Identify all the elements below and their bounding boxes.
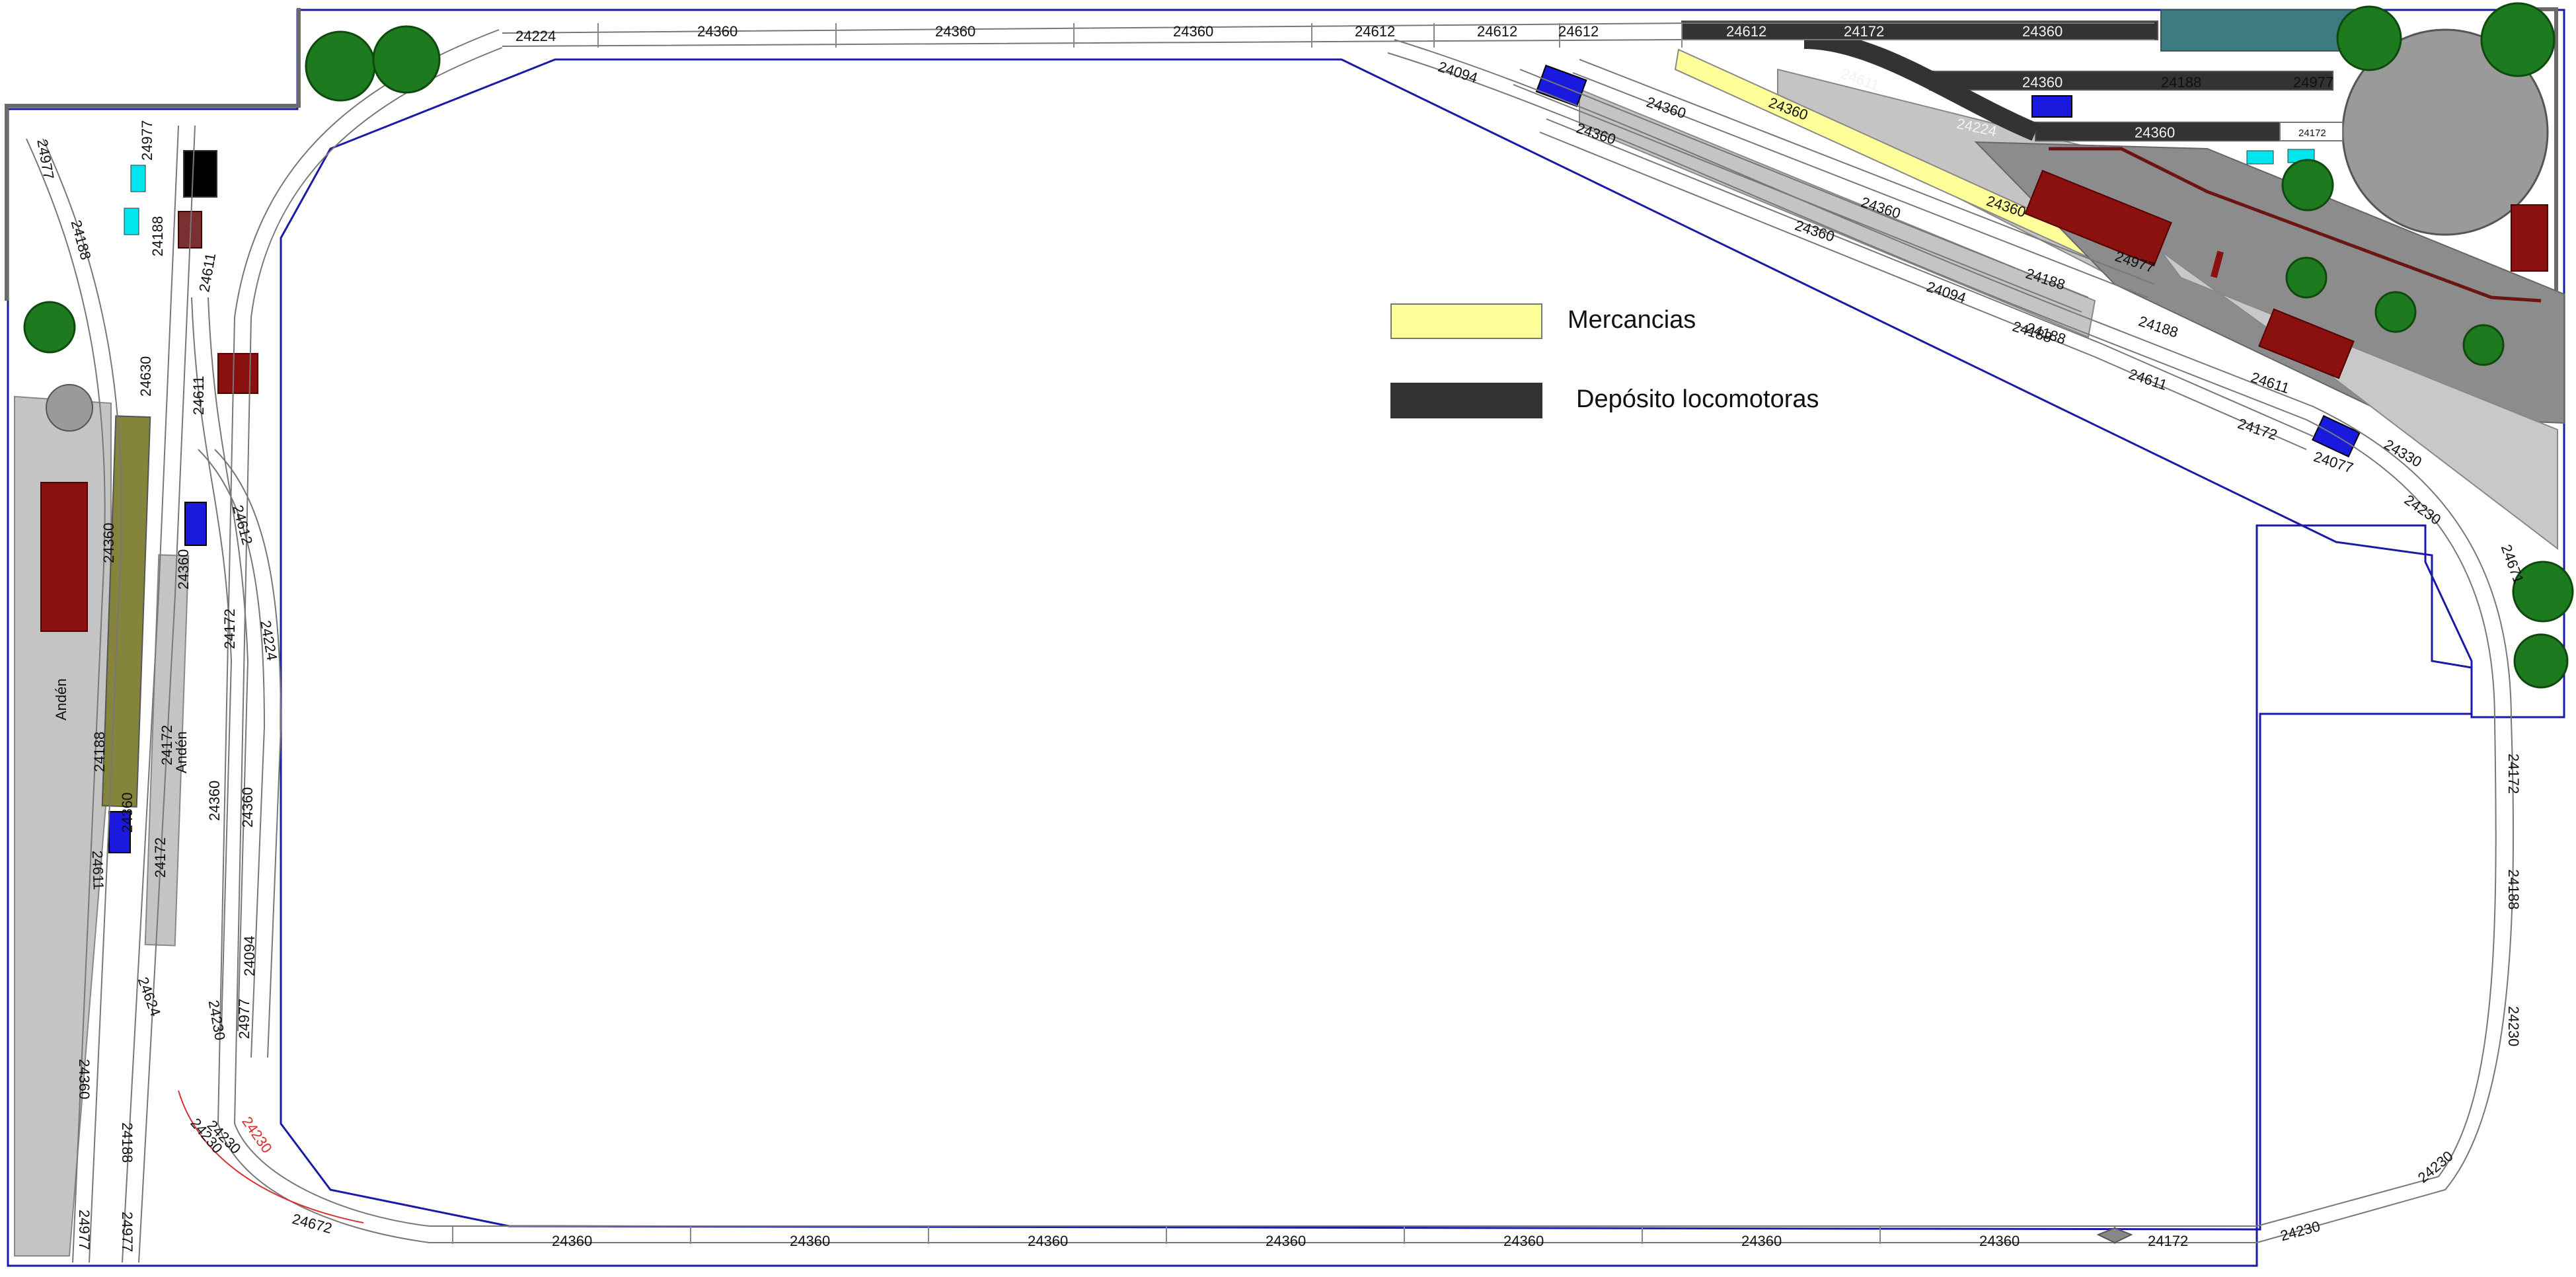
depot-track-2 xyxy=(1929,71,2333,91)
station-tracks xyxy=(26,59,2314,1263)
tree xyxy=(2281,159,2334,212)
track-label: 24172 xyxy=(2298,128,2326,139)
track-label: 24611 xyxy=(190,375,207,415)
water-tower xyxy=(46,384,93,432)
legend-swatch-mercancias xyxy=(1390,303,1542,339)
track-label: 24360 xyxy=(206,781,223,821)
track-label: 24630 xyxy=(137,356,154,397)
track-label: 24360 xyxy=(1028,1233,1068,1249)
track-label: 24671 xyxy=(2498,542,2527,586)
station-building xyxy=(40,482,88,632)
track-labels-left-inner: 24977 24188 24611 24611 24630 24612 2422… xyxy=(119,120,280,1157)
tree xyxy=(23,301,76,354)
track-label: 24977 xyxy=(2293,74,2333,91)
track-label: 24360 xyxy=(100,523,117,563)
track-label: 24360 xyxy=(935,23,975,40)
legend-label-deposito: Depósito locomotoras xyxy=(1576,385,1819,413)
track-label: 24624 xyxy=(135,975,164,1019)
locomotive-teal xyxy=(2160,9,2360,52)
cyan-marker xyxy=(124,208,139,235)
tree xyxy=(2513,633,2569,689)
track-label: 24360 xyxy=(1503,1233,1544,1249)
small-building-black xyxy=(183,150,217,198)
cyan-marker xyxy=(2246,150,2274,165)
track-label: 24360 xyxy=(1741,1233,1782,1249)
track-label: 24360 xyxy=(175,549,192,590)
track-label: 24360 xyxy=(2022,74,2063,91)
tree xyxy=(305,30,376,102)
track-label: 24977 xyxy=(76,1210,93,1250)
depot-building xyxy=(2511,204,2548,272)
track-label: 24611 xyxy=(2127,366,2169,393)
track-label: 24360 xyxy=(119,793,135,833)
signal-box xyxy=(184,502,207,546)
track-label: 24188 xyxy=(149,216,166,256)
track-label: 24230 xyxy=(239,1114,276,1156)
track-label: 24612 xyxy=(1726,23,1766,40)
track-label: 24172 xyxy=(221,609,238,649)
track-label: 24188 xyxy=(2505,869,2522,909)
track-label: 24172 xyxy=(159,725,175,765)
track-label: 24230 xyxy=(2415,1147,2456,1186)
track-label: 24230 xyxy=(2505,1006,2522,1046)
tree xyxy=(2462,324,2505,366)
track-label: 24360 xyxy=(697,23,738,40)
track-label: 24611 xyxy=(89,850,107,890)
signal-box xyxy=(2031,95,2072,118)
track-label: 24188 xyxy=(91,732,108,772)
track-label: 24977 xyxy=(34,138,57,181)
legend-swatch-deposito xyxy=(1390,383,1542,418)
track-label: 24188 xyxy=(119,1122,135,1163)
track-label: 24224 xyxy=(515,28,556,44)
track-label: 24977 xyxy=(119,1212,135,1252)
track-label: 24188 xyxy=(68,218,95,262)
track-label: 24094 xyxy=(241,936,258,976)
track-label: 24360 xyxy=(1979,1233,2020,1249)
tree xyxy=(2285,256,2328,299)
track-label: 24172 xyxy=(2148,1233,2188,1249)
track-label: 24360 xyxy=(1644,93,1688,122)
track-label: 24977 xyxy=(236,999,252,1039)
track-label: 24611 xyxy=(2249,369,2291,397)
track-label: 24230 xyxy=(2279,1218,2322,1244)
track-labels-bottom: 24360 24360 24360 24360 24360 24360 2436… xyxy=(552,1218,2322,1249)
track-label: 24612 xyxy=(229,503,256,547)
track-label: 24360 xyxy=(552,1233,592,1249)
track-label: 24188 xyxy=(2161,74,2201,91)
track-label: 24188 xyxy=(2137,313,2180,341)
tree xyxy=(2374,291,2417,333)
legend: Mercancias Depósito locomotoras xyxy=(1390,303,1819,418)
track-label: 24612 xyxy=(1477,23,1517,40)
track-label: 24172 xyxy=(1844,23,1884,40)
track-label: 24360 xyxy=(2022,23,2063,40)
tree xyxy=(2480,2,2556,77)
track-label: 24977 xyxy=(139,120,155,161)
track-label: 24360 xyxy=(2135,124,2175,141)
track-label: 24360 xyxy=(1266,1233,1306,1249)
track-label: 24611 xyxy=(196,252,219,293)
track-label: 24094 xyxy=(1436,58,1480,87)
buffer-stop xyxy=(2096,1227,2133,1244)
platform-label: Andén xyxy=(53,678,69,720)
track-label: 24612 xyxy=(1558,23,1599,40)
track-label: 24612 xyxy=(1355,23,1395,40)
track-label: 24360 xyxy=(76,1059,93,1099)
track-plan-diagram: Mercancias Depósito locomotoras Andén An… xyxy=(5,2,2574,1267)
track-label: 24360 xyxy=(790,1233,830,1249)
track-label: 24360 xyxy=(239,787,256,828)
track-label: 24360 xyxy=(1173,23,1213,40)
tree xyxy=(2336,5,2402,71)
platform-label: Andén xyxy=(173,731,190,773)
tree xyxy=(372,25,441,94)
track-label: 24230 xyxy=(206,999,229,1042)
track-label: 24172 xyxy=(152,837,169,878)
cyan-marker xyxy=(130,165,146,192)
legend-label-mercancias: Mercancias xyxy=(1568,306,1696,334)
small-building xyxy=(217,353,258,394)
trees xyxy=(23,2,2574,689)
track-label: 24172 xyxy=(2505,754,2522,794)
